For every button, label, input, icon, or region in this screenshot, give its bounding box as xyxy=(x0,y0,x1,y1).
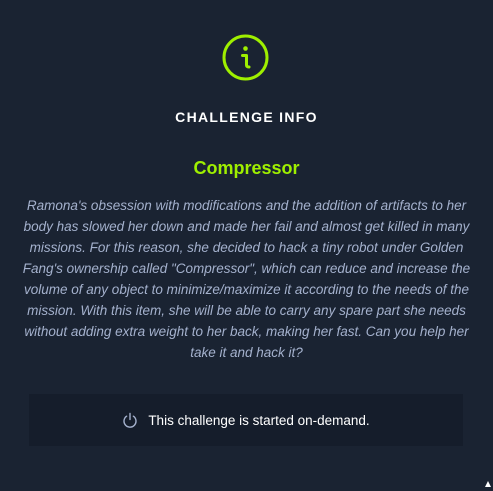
mouse-cursor-icon xyxy=(485,481,491,487)
on-demand-status: This challenge is started on-demand. xyxy=(29,394,463,446)
power-icon xyxy=(122,412,138,428)
challenge-info-modal: CHALLENGE INFO Compressor Ramona's obses… xyxy=(0,0,493,491)
status-text: This challenge is started on-demand. xyxy=(148,412,370,428)
info-icon xyxy=(222,34,269,81)
modal-heading: CHALLENGE INFO xyxy=(175,109,318,125)
challenge-title: Compressor xyxy=(193,158,300,178)
challenge-description: Ramona's obsession with modifications an… xyxy=(22,198,471,360)
